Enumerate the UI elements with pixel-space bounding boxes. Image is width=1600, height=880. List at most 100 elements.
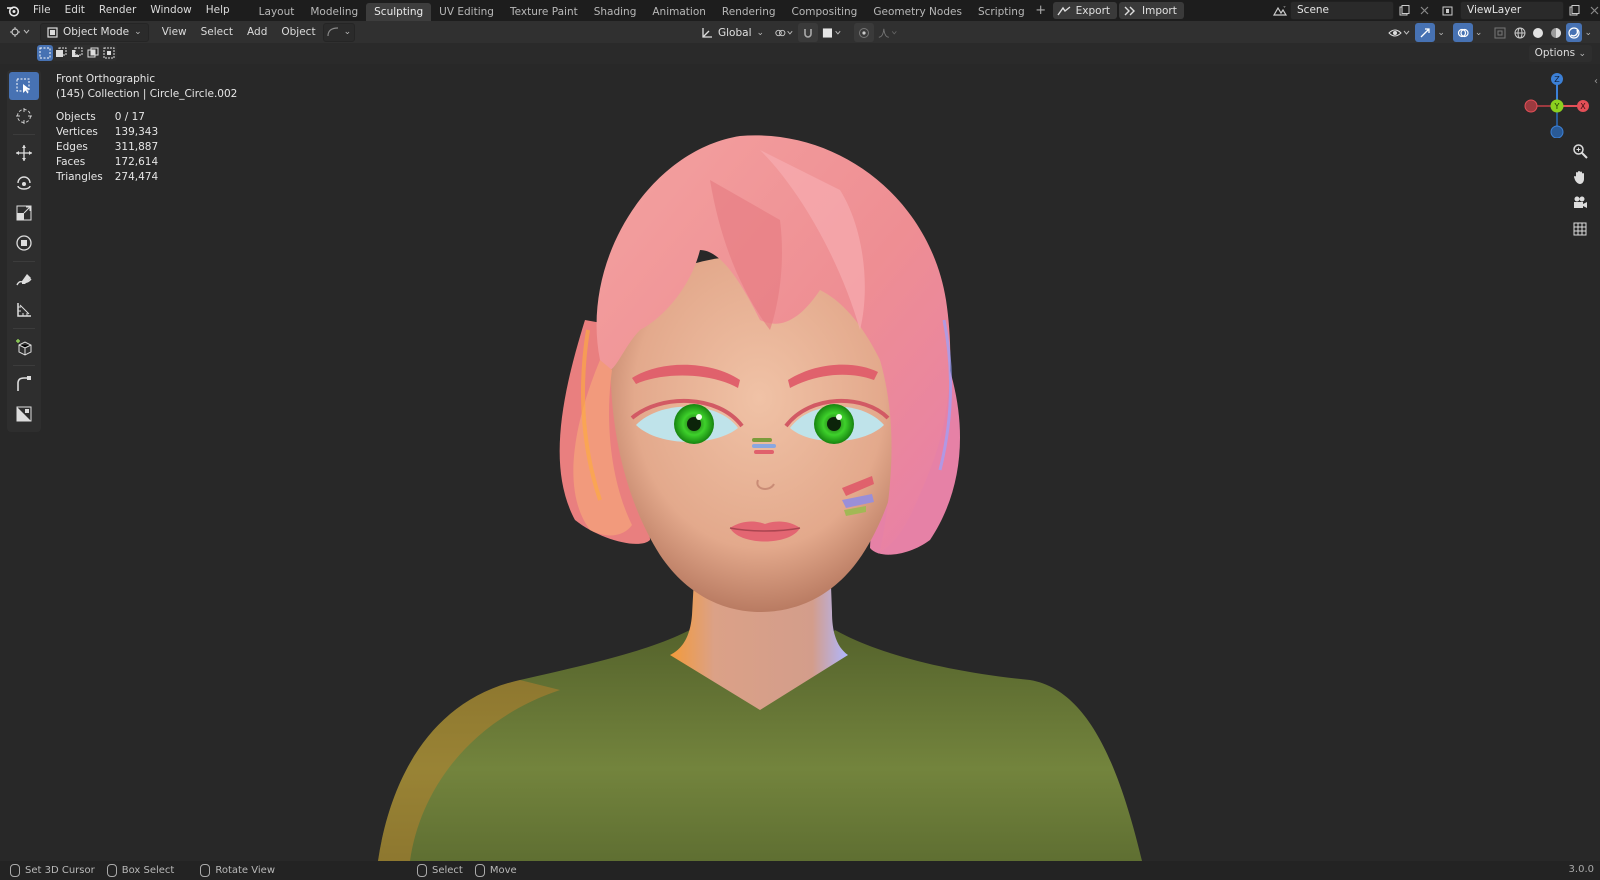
viewport-header: Object Mode ⌄ View Select Add Object ⌄ G…: [0, 21, 1600, 43]
measure-tool-icon[interactable]: [9, 296, 39, 324]
selection-mode-group: [37, 45, 117, 61]
gizmo-options-chevron-icon[interactable]: ⌄: [1437, 28, 1445, 38]
chevron-down-icon: ⌄: [134, 27, 142, 37]
tab-sculpting[interactable]: Sculpting: [366, 3, 432, 21]
move-tool-icon[interactable]: [9, 139, 39, 167]
tab-animation[interactable]: Animation: [644, 3, 714, 21]
sidebar-expand-icon[interactable]: ‹: [1594, 76, 1598, 87]
tab-shading[interactable]: Shading: [586, 3, 645, 21]
add-cube-tool-icon[interactable]: [9, 333, 39, 361]
viewlayer-icon[interactable]: [1440, 1, 1460, 20]
stat-label: Faces: [56, 156, 86, 168]
gizmo-y-label: Y: [1554, 102, 1560, 111]
rotate-tool-icon[interactable]: [9, 169, 39, 197]
tab-modeling[interactable]: Modeling: [302, 3, 366, 21]
stat-row: Faces 172,614: [56, 155, 170, 170]
character-render: [378, 135, 1142, 861]
scene-icon[interactable]: ˅: [1270, 1, 1290, 20]
xray-toggle-icon[interactable]: [1490, 23, 1510, 42]
header-menu-view[interactable]: View: [155, 26, 194, 38]
scale-tool-icon[interactable]: [9, 199, 39, 227]
annotate-tool-icon[interactable]: [9, 266, 39, 294]
mouse-middle-icon: [200, 864, 211, 877]
camera-view-icon[interactable]: [1568, 192, 1592, 214]
falloff-icon[interactable]: [878, 23, 898, 42]
viewport-info: Front Orthographic (145) Collection | Ci…: [56, 72, 237, 102]
viewlayer-field[interactable]: ViewLayer: [1460, 1, 1564, 20]
scene-selector: ˅ Scene ViewLayer: [1270, 1, 1600, 20]
menu-edit[interactable]: Edit: [58, 0, 92, 21]
version-label: 3.0.0: [1568, 864, 1594, 875]
pan-hand-icon[interactable]: [1568, 166, 1592, 188]
header-menu-add[interactable]: Add: [240, 26, 274, 38]
transform-tool-icon[interactable]: [9, 229, 39, 257]
select-box-tool-icon[interactable]: [9, 72, 39, 100]
tab-scripting[interactable]: Scripting: [970, 3, 1033, 21]
select-extend-icon[interactable]: [53, 45, 69, 61]
cursor-tool-icon[interactable]: [9, 102, 39, 130]
gizmo-neg-z-axis[interactable]: [1550, 125, 1564, 138]
delete-viewlayer-icon[interactable]: [1584, 1, 1600, 20]
proportional-edit-icon[interactable]: [854, 23, 875, 42]
gizmo-neg-x-axis[interactable]: [1524, 99, 1538, 113]
tab-compositing[interactable]: Compositing: [784, 3, 866, 21]
header-menu-select[interactable]: Select: [194, 26, 240, 38]
shading-material-icon[interactable]: [1548, 23, 1564, 42]
tab-texture-paint[interactable]: Texture Paint: [502, 3, 586, 21]
transform-orientation-dropdown[interactable]: Global ⌄: [695, 24, 770, 41]
snap-target-icon[interactable]: [822, 23, 842, 42]
gizmo-toggle-icon[interactable]: [1415, 23, 1436, 42]
visibility-icon[interactable]: [1387, 23, 1413, 42]
shading-solid-icon[interactable]: [1530, 23, 1546, 42]
status-label: Set 3D Cursor: [25, 865, 95, 876]
gpencil-dropdown[interactable]: ⌄: [322, 22, 356, 42]
stat-label: Triangles: [56, 171, 103, 183]
tab-rendering[interactable]: Rendering: [714, 3, 784, 21]
overlays-options-chevron-icon[interactable]: ⌄: [1475, 28, 1483, 38]
delete-scene-icon[interactable]: [1414, 1, 1434, 20]
menu-window[interactable]: Window: [143, 0, 198, 21]
status-box-select: Box Select: [106, 864, 174, 877]
tab-geometry-nodes[interactable]: Geometry Nodes: [865, 3, 970, 21]
header-menu-object[interactable]: Object: [274, 26, 322, 38]
pivot-point-icon[interactable]: [774, 23, 794, 42]
collection-info: (145) Collection | Circle_Circle.002: [56, 88, 238, 100]
scene-field[interactable]: Scene: [1290, 1, 1394, 20]
menu-help[interactable]: Help: [199, 0, 237, 21]
select-subtract-icon[interactable]: [69, 45, 85, 61]
select-intersect-icon[interactable]: [101, 45, 117, 61]
shading-rendered-icon[interactable]: [1566, 23, 1583, 42]
blender-logo-icon[interactable]: [0, 0, 26, 21]
zoom-icon[interactable]: [1568, 140, 1592, 162]
tab-uv-editing[interactable]: UV Editing: [431, 3, 502, 21]
orthographic-grid-icon[interactable]: [1568, 218, 1592, 240]
add-workspace-button[interactable]: +: [1033, 3, 1049, 18]
shrink-fatten-tool-icon[interactable]: [9, 400, 39, 428]
snap-toggle-icon[interactable]: [798, 23, 819, 42]
curve-icon: [326, 27, 338, 37]
new-viewlayer-icon[interactable]: [1564, 1, 1584, 20]
navigation-gizmo[interactable]: Z X Y: [1524, 72, 1590, 138]
shading-wireframe-icon[interactable]: [1512, 23, 1528, 42]
menu-file[interactable]: File: [26, 0, 58, 21]
export-button[interactable]: Export: [1052, 2, 1118, 19]
import-button[interactable]: Import: [1119, 2, 1184, 19]
editor-type-icon[interactable]: [6, 23, 34, 42]
import-icon: [1124, 6, 1136, 15]
orientation-label: Global: [718, 26, 752, 39]
menu-render[interactable]: Render: [92, 0, 143, 21]
new-scene-icon[interactable]: [1394, 1, 1414, 20]
overlays-toggle-icon[interactable]: [1452, 23, 1473, 42]
status-bar: Set 3D Cursor Box Select Rotate View Sel…: [0, 861, 1600, 880]
mode-dropdown[interactable]: Object Mode ⌄: [40, 22, 149, 42]
shading-options-chevron-icon[interactable]: ⌄: [1584, 28, 1592, 38]
stat-row: Vertices 139,343: [56, 125, 170, 140]
status-set-3d-cursor: Set 3D Cursor: [10, 864, 95, 877]
select-new-icon[interactable]: [37, 45, 53, 61]
select-invert-icon[interactable]: [85, 45, 101, 61]
shear-tool-icon[interactable]: [9, 370, 39, 398]
mouse-right-drag-icon: [474, 864, 485, 877]
options-dropdown[interactable]: Options ⌄: [1528, 45, 1592, 62]
3d-viewport[interactable]: [0, 64, 1600, 861]
tab-layout[interactable]: Layout: [251, 3, 303, 21]
